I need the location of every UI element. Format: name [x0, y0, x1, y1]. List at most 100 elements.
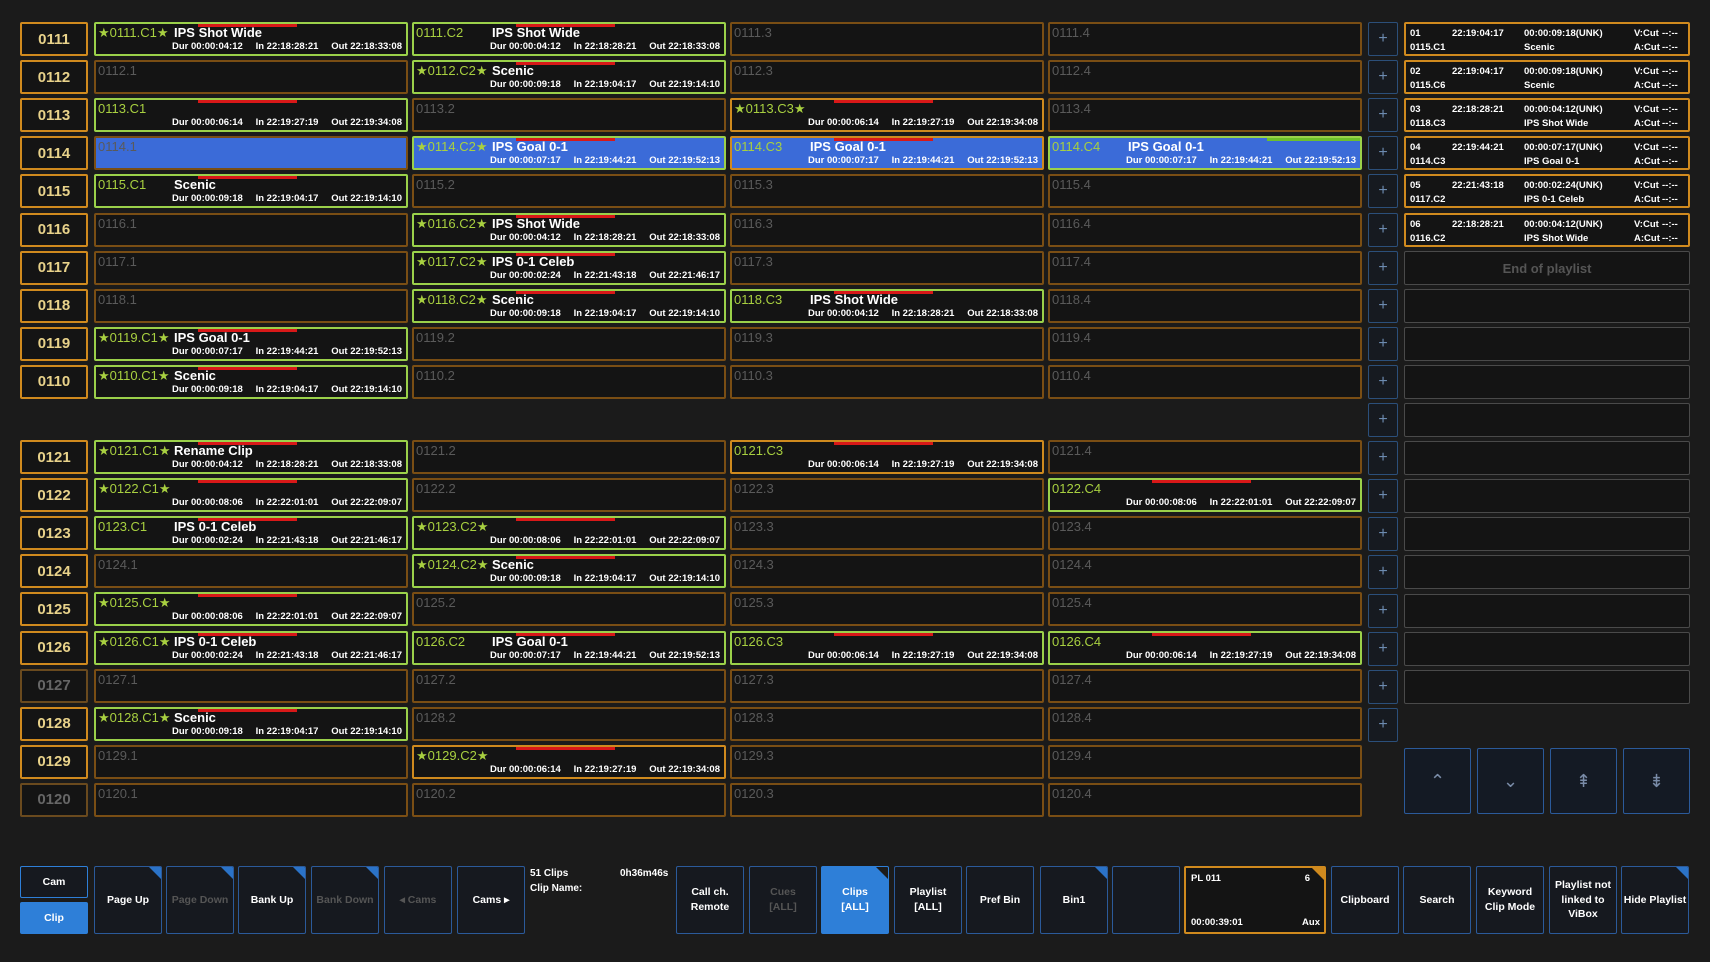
bank-button[interactable]: 0119 — [20, 326, 88, 361]
add-clip-button[interactable]: + — [1368, 174, 1398, 209]
page-up-button[interactable]: Page Up — [94, 866, 162, 934]
clip-cell[interactable]: 0122.C4 Dur 00:00:08:06 In 22:22:01:01 Out … — [1048, 478, 1362, 513]
cams-prev-button[interactable]: ◂ Cams — [384, 866, 452, 934]
add-clip-button[interactable]: + — [1368, 403, 1398, 437]
clip-cell[interactable]: 0115.4 — [1048, 174, 1362, 209]
clip-cell[interactable]: 0129.1 — [94, 744, 408, 779]
clip-cell[interactable]: 0113.4 — [1048, 98, 1362, 133]
clip-cell[interactable]: 0113.2 — [412, 98, 726, 133]
clip-cell[interactable]: 0125.2 — [412, 592, 726, 627]
clip-cell[interactable]: 0124.1 — [94, 554, 408, 589]
clip-cell[interactable]: 0117.4 — [1048, 250, 1362, 285]
playlist-empty-row[interactable] — [1404, 593, 1690, 628]
clip-cell[interactable]: 0115.3 — [730, 174, 1044, 209]
add-clip-button[interactable]: + — [1368, 593, 1398, 628]
clip-cell[interactable]: ★0124.C2★ Scenic Dur 00:00:09:18 In 22:19:0… — [412, 554, 726, 589]
playlist-link-button[interactable]: Playlist not linked to ViBox — [1549, 866, 1617, 934]
clip-cell[interactable]: 0123.C1 IPS 0-1 Celeb Dur 00:00:02:24 In 22… — [94, 516, 408, 551]
add-clip-button[interactable]: + — [1368, 479, 1398, 514]
cues-all-button[interactable]: Cues [ALL] — [749, 866, 817, 934]
add-clip-button[interactable]: + — [1368, 555, 1398, 590]
clip-cell[interactable]: 0116.3 — [730, 212, 1044, 247]
clip-cell[interactable]: ★0129.C2★ Dur 00:00:06:14 In 22:19:27:19 Ou… — [412, 744, 726, 779]
bank-button[interactable]: 0123 — [20, 516, 88, 551]
bank-button[interactable]: 0128 — [20, 706, 88, 741]
add-clip-button[interactable]: + — [1368, 60, 1398, 95]
add-clip-button[interactable]: + — [1368, 707, 1398, 742]
playlist-empty-row[interactable] — [1404, 479, 1690, 514]
clip-cell[interactable]: 0119.2 — [412, 326, 726, 361]
clip-cell[interactable]: 0119.4 — [1048, 326, 1362, 361]
cams-next-button[interactable]: Cams ▸ — [457, 866, 525, 934]
playlist-empty-row[interactable] — [1404, 631, 1690, 666]
clip-cell[interactable]: 0128.3 — [730, 706, 1044, 741]
clip-cell[interactable]: 0124.3 — [730, 554, 1044, 589]
clip-cell[interactable]: 0110.2 — [412, 364, 726, 399]
playlist-empty-row[interactable] — [1404, 403, 1690, 437]
clip-cell[interactable]: 0113.C1 Dur 00:00:06:14 In 22:19:27:19 Out … — [94, 98, 408, 133]
bank-button[interactable]: 0125 — [20, 592, 88, 627]
clip-cell[interactable]: 0114.C4 IPS Goal 0-1 Dur 00:00:07:17 In 22:… — [1048, 136, 1362, 171]
add-clip-button[interactable]: + — [1368, 250, 1398, 285]
clip-cell[interactable]: 0127.3 — [730, 668, 1044, 703]
clip-cell[interactable]: 0112.4 — [1048, 60, 1362, 95]
add-clip-button[interactable]: + — [1368, 517, 1398, 552]
clip-cell[interactable]: 0110.4 — [1048, 364, 1362, 399]
call-channel-remote-button[interactable]: Call ch. Remote — [676, 866, 744, 934]
bank-down-button[interactable]: Bank Down — [311, 866, 379, 934]
bank-button[interactable]: 0124 — [20, 554, 88, 589]
clip-cell[interactable]: 0120.2 — [412, 782, 726, 817]
playlist-empty-row[interactable] — [1404, 288, 1690, 323]
clip-cell[interactable]: 0110.3 — [730, 364, 1044, 399]
clipboard-button[interactable]: Clipboard — [1331, 866, 1399, 934]
bank-button[interactable]: 0115 — [20, 174, 88, 209]
playlist-empty-row[interactable] — [1404, 441, 1690, 476]
clip-cell[interactable]: ★0110.C1★ Scenic Dur 00:00:09:18 In 22:19:0… — [94, 364, 408, 399]
bank-button[interactable]: 0126 — [20, 630, 88, 665]
playlist-empty-row[interactable] — [1404, 364, 1690, 399]
bank-button[interactable]: 0121 — [20, 440, 88, 474]
add-clip-button[interactable]: + — [1368, 98, 1398, 133]
clip-cell[interactable]: 0123.3 — [730, 516, 1044, 551]
clips-all-button[interactable]: Clips [ALL] — [821, 866, 889, 934]
clip-cell[interactable]: ★0113.C3★ Dur 00:00:06:14 In 22:19:27:19 Ou… — [730, 98, 1044, 133]
add-clip-button[interactable]: + — [1368, 288, 1398, 323]
playlist-all-button[interactable]: Playlist [ALL] — [894, 866, 962, 934]
blank-button[interactable] — [1112, 866, 1180, 934]
playlist-end-row[interactable]: End of playlist — [1404, 250, 1690, 285]
playlist-entry[interactable]: 03 22:18:28:21 00:00:04:12(UNK) V:Cut --:-- 0… — [1404, 98, 1690, 133]
scroll-up-button[interactable]: ⌃ — [1404, 748, 1471, 814]
clip-cell[interactable]: ★0119.C1★ IPS Goal 0-1 Dur 00:00:07:17 In 2… — [94, 326, 408, 361]
playlist-entry[interactable]: 02 22:19:04:17 00:00:09:18(UNK) V:Cut --:-- 0… — [1404, 60, 1690, 95]
bank-button[interactable]: 0112 — [20, 60, 88, 95]
clip-cell[interactable]: 0126.C2 IPS Goal 0-1 Dur 00:00:07:17 In 22:… — [412, 630, 726, 665]
clip-cell[interactable]: 0126.C3 Dur 00:00:06:14 In 22:19:27:19 Out … — [730, 630, 1044, 665]
clip-cell[interactable]: 0111.3 — [730, 22, 1044, 56]
hide-playlist-button[interactable]: Hide Playlist — [1621, 866, 1689, 934]
page-up-button[interactable]: ⇞ — [1550, 748, 1617, 814]
clip-cell[interactable]: 0115.2 — [412, 174, 726, 209]
clip-cell[interactable]: 0127.2 — [412, 668, 726, 703]
clip-cell[interactable]: 0114.1 — [94, 136, 408, 171]
playlist-empty-row[interactable] — [1404, 555, 1690, 590]
bank-button[interactable]: 0114 — [20, 136, 88, 171]
scroll-down-button[interactable]: ⌄ — [1477, 748, 1544, 814]
bank-button[interactable]: 0122 — [20, 478, 88, 513]
playlist-entry[interactable]: 06 22:18:28:21 00:00:04:12(UNK) V:Cut --:-- 0… — [1404, 212, 1690, 247]
clip-cell[interactable]: 0112.3 — [730, 60, 1044, 95]
clip-cell[interactable]: 0118.C3 IPS Shot Wide Dur 00:00:04:12 In 22… — [730, 288, 1044, 323]
playlist-entry[interactable]: 04 22:19:44:21 00:00:07:17(UNK) V:Cut --:-- 0… — [1404, 136, 1690, 171]
bank-up-button[interactable]: Bank Up — [238, 866, 306, 934]
clip-cell[interactable]: 0124.4 — [1048, 554, 1362, 589]
add-clip-button[interactable]: + — [1368, 441, 1398, 476]
clip-cell[interactable]: ★0128.C1★ Scenic Dur 00:00:09:18 In 22:19:0… — [94, 706, 408, 741]
add-clip-button[interactable]: + — [1368, 364, 1398, 399]
add-clip-button[interactable]: + — [1368, 669, 1398, 704]
clip-cell[interactable]: 0111.4 — [1048, 22, 1362, 56]
bank-button[interactable]: 0129 — [20, 744, 88, 779]
clip-cell[interactable]: 0126.C4 Dur 00:00:06:14 In 22:19:27:19 Out … — [1048, 630, 1362, 665]
playlist-empty-row[interactable] — [1404, 517, 1690, 552]
clip-cell[interactable]: ★0112.C2★ Scenic Dur 00:00:09:18 In 22:19:0… — [412, 60, 726, 95]
bank-button[interactable]: 0113 — [20, 98, 88, 133]
clip-cell[interactable]: 0125.4 — [1048, 592, 1362, 627]
